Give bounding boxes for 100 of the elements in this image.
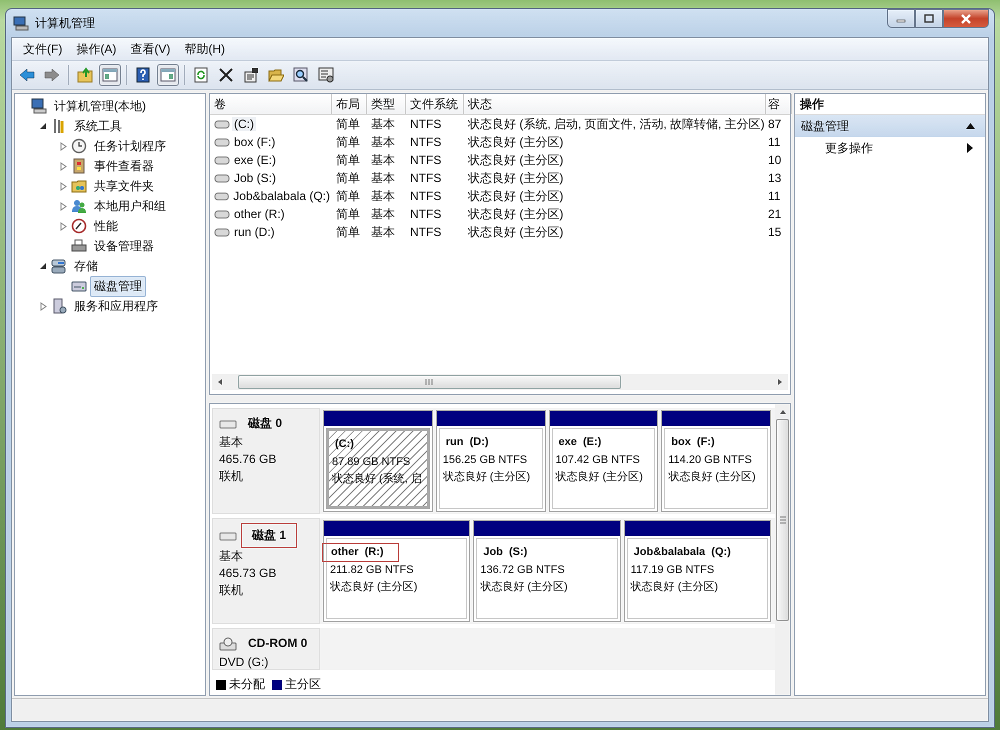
tree-item[interactable]: 存储 xyxy=(70,256,102,276)
disk-name: CD-ROM 0 xyxy=(247,635,308,652)
tree-item[interactable]: 计算机管理(本地) xyxy=(50,96,150,116)
expanded-triangle-icon[interactable] xyxy=(39,262,48,270)
expanded-triangle-icon[interactable] xyxy=(39,122,48,130)
table-cell-text: 状态良好 (主分区) xyxy=(467,224,564,240)
vertical-scrollbar[interactable] xyxy=(775,404,790,695)
partition-status: 状态良好 (主分区) xyxy=(480,580,569,595)
collapsed-triangle-icon[interactable] xyxy=(59,142,68,150)
drive-icon xyxy=(214,227,230,237)
table-cell-text: NTFS xyxy=(409,171,442,185)
action-pane-icon xyxy=(160,67,176,83)
refresh-icon xyxy=(193,67,209,83)
table-cell-text: 基本 xyxy=(370,134,396,150)
tree-item[interactable]: 磁盘管理 xyxy=(90,276,146,296)
tree-pane-button[interactable] xyxy=(99,64,121,86)
disk-drive-icon xyxy=(219,418,237,428)
disk-type: 基本 xyxy=(219,434,244,451)
action-item[interactable]: 更多操作 xyxy=(795,137,985,159)
menu-item[interactable]: 查看(V) xyxy=(123,38,178,60)
submenu-arrow-icon xyxy=(967,143,973,153)
column-header[interactable]: 文件系统 xyxy=(406,94,464,114)
column-header[interactable]: 卷 xyxy=(210,94,332,114)
table-cell-text: 基本 xyxy=(370,152,396,168)
tree-item[interactable]: 系统工具 xyxy=(70,116,126,136)
volume-name[interactable]: other (R:) xyxy=(232,207,287,221)
table-cell-text: 简单 xyxy=(335,188,361,204)
left-arrow-icon xyxy=(216,378,224,386)
table-cell-text: 基本 xyxy=(370,116,396,132)
column-header[interactable]: 容 xyxy=(766,94,792,114)
column-header[interactable]: 状态 xyxy=(464,94,766,114)
collapsed-triangle-icon[interactable] xyxy=(59,182,68,190)
table-cell-text: 简单 xyxy=(335,206,361,222)
menu-item[interactable]: 文件(F) xyxy=(16,38,70,60)
partition-block[interactable]: box (F:) 114.20 GB NTFS 状态良好 (主分区) xyxy=(661,410,771,512)
partition-block[interactable]: Job (S:) 136.72 GB NTFS 状态良好 (主分区) xyxy=(473,520,621,622)
right-arrow-icon xyxy=(776,378,784,386)
computer-icon xyxy=(13,15,29,31)
folder-icon xyxy=(77,67,93,83)
table-cell-text: 状态良好 (主分区) xyxy=(467,170,564,186)
maximize-button[interactable] xyxy=(915,9,943,28)
legend-label: 未分配 xyxy=(229,676,265,693)
disk-size: 465.76 GB xyxy=(219,451,278,468)
partition-status: 状态良好 (主分区) xyxy=(330,580,418,595)
collapsed-triangle-icon[interactable] xyxy=(59,222,68,230)
disk-drive-icon xyxy=(219,530,237,540)
volume-name[interactable]: run (D:) xyxy=(232,225,277,239)
tree-item[interactable]: 服务和应用程序 xyxy=(70,296,162,316)
action-section-header[interactable]: 磁盘管理 xyxy=(795,115,985,137)
grip-icon xyxy=(778,516,786,524)
collapsed-triangle-icon[interactable] xyxy=(59,162,68,170)
table-cell-text: 11 xyxy=(767,135,782,149)
menu-item[interactable]: 帮助(H) xyxy=(177,38,232,60)
horizontal-scrollbar[interactable] xyxy=(212,374,788,390)
tree-item[interactable]: 性能 xyxy=(90,216,122,236)
action-pane-button[interactable] xyxy=(157,64,179,86)
partition-name: other (R:) xyxy=(322,543,399,562)
up-arrow-icon xyxy=(778,408,786,416)
shared-folder-icon xyxy=(71,178,87,194)
tree-item[interactable]: 共享文件夹 xyxy=(90,176,158,196)
table-cell-text: 状态良好 (主分区) xyxy=(467,134,564,150)
disk-size: 465.73 GB xyxy=(219,565,278,582)
tree-item[interactable]: 设备管理器 xyxy=(90,236,158,256)
table-cell-text: NTFS xyxy=(409,153,442,167)
menu-item[interactable]: 操作(A) xyxy=(69,38,124,60)
volume-name[interactable]: (C:) xyxy=(232,117,256,131)
table-cell-text: 10 xyxy=(767,153,782,167)
partition-block[interactable]: other (R:) 211.82 GB NTFS 状态良好 (主分区) xyxy=(323,520,470,622)
minimize-button[interactable] xyxy=(887,9,915,28)
table-cell-text: 简单 xyxy=(335,134,361,150)
open-folder-icon xyxy=(268,67,284,83)
table-cell-text: 状态良好 (主分区) xyxy=(467,152,564,168)
partition-status: 状态良好 (系统, 启 xyxy=(332,472,423,487)
close-button[interactable] xyxy=(943,9,989,28)
gauge-icon xyxy=(71,218,87,234)
table-cell-text: NTFS xyxy=(409,225,442,239)
volume-name[interactable]: exe (E:) xyxy=(232,153,278,167)
collapsed-triangle-icon[interactable] xyxy=(39,302,48,310)
tree-item[interactable]: 事件查看器 xyxy=(90,156,158,176)
disk-name: 磁盘 0 xyxy=(246,415,284,432)
collapsed-triangle-icon[interactable] xyxy=(59,202,68,210)
partition-block[interactable]: (C:) 87.89 GB NTFS 状态良好 (系统, 启 xyxy=(323,410,433,512)
partition-status: 状态良好 (主分区) xyxy=(630,580,720,595)
partition-size: 117.19 GB NTFS xyxy=(630,563,716,578)
partition-name: run (D:) xyxy=(444,435,490,450)
tree-item[interactable]: 任务计划程序 xyxy=(90,136,170,156)
table-cell-text: 13 xyxy=(767,171,782,185)
table-cell-text: 简单 xyxy=(335,170,361,186)
partition-size: 87.89 GB NTFS xyxy=(332,455,412,470)
tree-item[interactable]: 本地用户和组 xyxy=(90,196,170,216)
partition-block[interactable]: Job&balabala (Q:) 117.19 GB NTFS 状态良好 (主分区) xyxy=(624,520,771,622)
column-header[interactable]: 类型 xyxy=(367,94,406,114)
partition-block[interactable]: run (D:) 156.25 GB NTFS 状态良好 (主分区) xyxy=(436,410,546,512)
partition-size: 211.82 GB NTFS xyxy=(330,563,415,578)
volume-name[interactable]: Job (S:) xyxy=(232,171,278,185)
column-header[interactable]: 布局 xyxy=(332,94,367,114)
volume-name[interactable]: Job&balabala (Q:) xyxy=(231,189,332,203)
partition-block[interactable]: exe (E:) 107.42 GB NTFS 状态良好 (主分区) xyxy=(548,410,658,512)
volume-name[interactable]: box (F:) xyxy=(232,135,278,149)
grip-icon xyxy=(425,378,434,386)
